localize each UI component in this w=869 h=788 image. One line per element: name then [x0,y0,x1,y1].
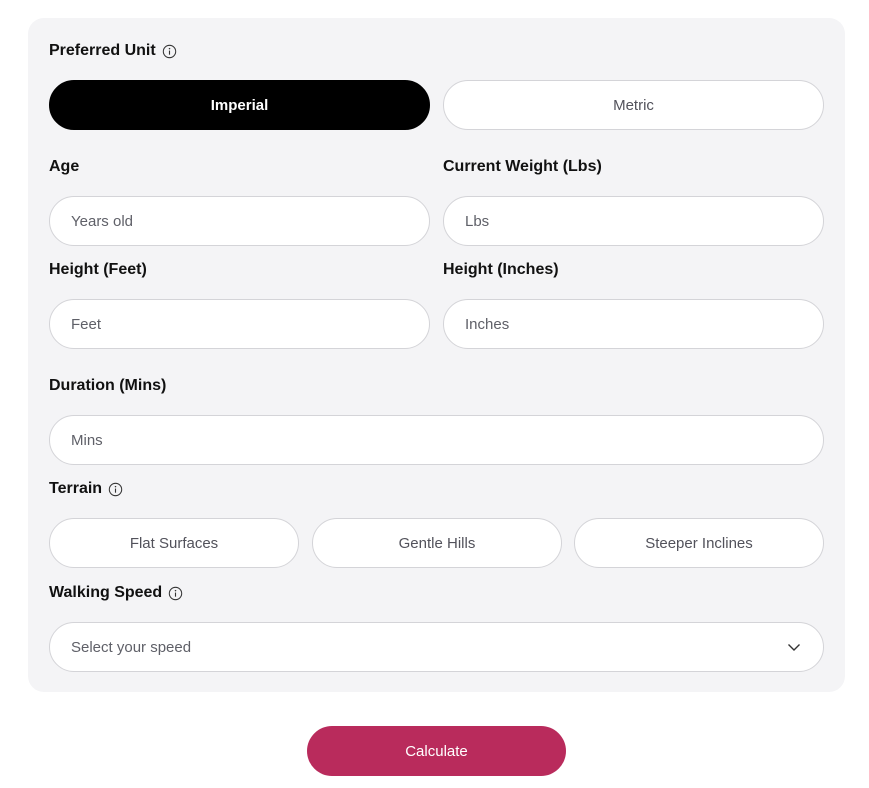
height-feet-label: Height (Feet) [49,261,147,278]
duration-input[interactable] [49,415,824,465]
terrain-label-text: Terrain [49,480,103,497]
height-feet-input[interactable] [49,299,430,349]
info-icon[interactable] [162,44,177,59]
terrain-option-flat-label: Flat Surfaces [129,534,219,552]
walking-speed-label: Walking Speed [49,583,183,603]
weight-label: Current Weight (Lbs) [443,158,602,175]
preferred-unit-label: Preferred Unit [49,41,177,61]
unit-option-metric-label: Metric [613,96,654,114]
age-label: Age [49,158,80,175]
height-inches-label: Height (Inches) [443,261,559,278]
terrain-option-gentle-hills[interactable]: Gentle Hills [312,518,562,568]
terrain-label: Terrain [49,479,123,499]
walking-speed-label-text: Walking Speed [49,584,163,601]
chevron-down-icon [788,644,800,651]
terrain-option-gentle-hills-label: Gentle Hills [398,534,476,552]
info-icon[interactable] [168,586,183,601]
preferred-unit-label-text: Preferred Unit [49,42,156,59]
duration-label: Duration (Mins) [49,377,167,394]
info-icon[interactable] [108,482,123,497]
unit-option-imperial[interactable]: Imperial [49,80,430,130]
terrain-option-steeper-inclines-label: Steeper Inclines [645,534,753,552]
terrain-option-flat[interactable]: Flat Surfaces [49,518,299,568]
unit-option-metric[interactable]: Metric [443,80,824,130]
terrain-option-steeper-inclines[interactable]: Steeper Inclines [574,518,824,568]
weight-input[interactable] [443,196,824,246]
calculate-button[interactable]: Calculate [307,726,566,776]
walking-speed-placeholder: Select your speed [71,638,192,656]
age-input[interactable] [49,196,430,246]
walking-speed-select[interactable]: Select your speed [49,622,824,672]
unit-option-imperial-label: Imperial [210,96,269,114]
height-inches-input[interactable] [443,299,824,349]
